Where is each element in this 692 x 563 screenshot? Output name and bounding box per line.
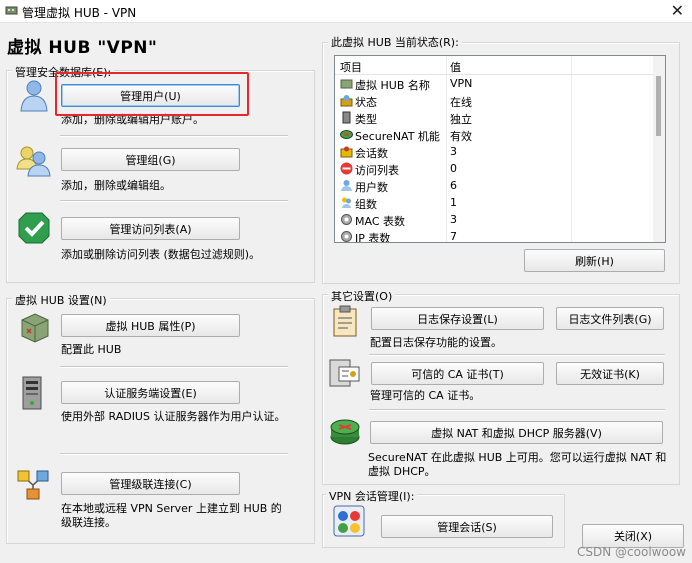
cascade-desc: 在本地或远程 VPN Server 上建立到 HUB 的级联连接。 [61, 502, 282, 529]
status-row-value: 6 [450, 179, 457, 192]
group-icon [16, 146, 51, 177]
revoked-certs-button[interactable]: 无效证书(K) [556, 362, 664, 385]
status-row[interactable]: MAC 表数 3 [335, 211, 653, 228]
status-row-key: 状态 [355, 96, 377, 109]
divider [60, 200, 288, 202]
hub-title: 虚拟 HUB "VPN" [7, 38, 158, 58]
manage-groups-button[interactable]: 管理组(G) [61, 148, 240, 171]
title-bar: 管理虚拟 HUB - VPN ✕ [0, 0, 692, 23]
cascade-icon [17, 470, 49, 500]
status-icon [340, 95, 353, 107]
shield-check-icon [18, 212, 50, 244]
vertical-scrollbar[interactable] [653, 56, 665, 242]
refresh-button[interactable]: 刷新(H) [524, 249, 665, 272]
status-row-value: 0 [450, 162, 457, 175]
manage-cascade-button[interactable]: 管理级联连接(C) [61, 472, 240, 495]
divider [60, 453, 288, 455]
manage-sessions-button[interactable]: 管理会话(S) [381, 515, 553, 538]
hub-properties-icon [21, 313, 49, 343]
status-legend: 此虚拟 HUB 当前状态(R): [328, 34, 462, 50]
status-row[interactable]: 状态 在线 [335, 92, 653, 109]
nat-desc: SecureNAT 在此虚拟 HUB 上可用。您可以运行虚拟 NAT 和虚拟 D… [368, 451, 667, 478]
status-row[interactable]: 类型 独立 [335, 109, 653, 126]
manage-acl-button[interactable]: 管理访问列表(A) [61, 217, 240, 240]
status-row-value: 7 [450, 230, 457, 243]
groups-desc: 添加，删除或编辑组。 [61, 179, 171, 192]
ca-desc: 管理可信的 CA 证书。 [370, 389, 481, 402]
status-row[interactable]: IP 表数 7 [335, 228, 653, 243]
divider [60, 135, 288, 137]
radius-desc: 使用外部 RADIUS 认证服务器作为用户认证。 [61, 410, 286, 423]
close-icon[interactable]: ✕ [671, 1, 684, 20]
trusted-ca-button[interactable]: 可信的 CA 证书(T) [371, 362, 544, 385]
status-row[interactable]: 访问列表 0 [335, 160, 653, 177]
status-row[interactable]: SecureNAT 机能 有效 [335, 126, 653, 143]
log-settings-button[interactable]: 日志保存设置(L) [371, 307, 544, 330]
server-icon [22, 376, 42, 410]
router-icon [340, 130, 353, 139]
no-entry-icon [340, 162, 353, 175]
status-row-value: 在线 [450, 96, 472, 109]
status-list-header: 项目 值 [335, 56, 653, 75]
status-row[interactable]: 组数 1 [335, 194, 653, 211]
scrollbar-thumb[interactable] [656, 76, 661, 136]
status-row-key: 用户数 [355, 181, 388, 194]
status-row-key: 会话数 [355, 147, 388, 160]
col-value-header[interactable]: 值 [450, 59, 461, 75]
status-row-value: 1 [450, 196, 457, 209]
hub-app-icon [5, 6, 18, 15]
gear-icon [341, 214, 352, 225]
status-row-key: 类型 [355, 113, 377, 126]
status-row-key: 虚拟 HUB 名称 [355, 79, 430, 92]
certificate-icon [329, 359, 360, 387]
divider [60, 366, 288, 368]
highlight-box [55, 72, 249, 116]
log-clipboard-icon [333, 305, 357, 337]
col-item-header[interactable]: 项目 [340, 59, 362, 75]
status-row-value: 3 [450, 145, 457, 158]
session-icon [340, 146, 353, 158]
status-row-key: 访问列表 [355, 164, 399, 177]
status-row[interactable]: 用户数 6 [335, 177, 653, 194]
server-icon [342, 111, 351, 124]
sessions-legend: VPN 会话管理(I): [326, 488, 418, 504]
status-row-key: MAC 表数 [355, 215, 405, 228]
user-icon [341, 180, 352, 191]
other-settings-legend: 其它设置(O) [328, 288, 396, 304]
status-row-value: 有效 [450, 130, 472, 143]
status-row[interactable]: 会话数 3 [335, 143, 653, 160]
status-row[interactable]: 虚拟 HUB 名称 VPN [335, 75, 653, 92]
status-row-value: VPN [450, 77, 473, 90]
status-row-key: SecureNAT 机能 [355, 130, 440, 143]
hub-settings-legend: 虚拟 HUB 设置(N) [12, 292, 110, 308]
hub-icon [340, 79, 353, 89]
divider [369, 409, 665, 411]
status-row-value: 独立 [450, 113, 472, 126]
log-files-button[interactable]: 日志文件列表(G) [556, 307, 664, 330]
divider [369, 354, 665, 356]
user-icon [20, 80, 48, 112]
status-list[interactable]: 项目 值 虚拟 HUB 名称 VPN 状态 在线 类型 独立 SecureNAT 机能 有效会… [334, 55, 666, 243]
sessions-icon [333, 505, 365, 537]
watermark: CSDN @coolwoow [577, 545, 686, 559]
window-title: 管理虚拟 HUB - VPN [22, 6, 137, 20]
radius-settings-button[interactable]: 认证服务端设置(E) [61, 381, 240, 404]
hub-properties-button[interactable]: 虚拟 HUB 属性(P) [61, 314, 240, 337]
group-icon [342, 197, 351, 208]
status-row-value: 3 [450, 213, 457, 226]
status-row-key: 组数 [355, 198, 377, 211]
log-desc: 配置日志保存功能的设置。 [370, 336, 502, 349]
router-icon [330, 419, 360, 445]
gear-icon [341, 231, 352, 242]
status-row-key: IP 表数 [355, 232, 391, 243]
props-desc: 配置此 HUB [61, 343, 122, 356]
nat-dhcp-button[interactable]: 虚拟 NAT 和虚拟 DHCP 服务器(V) [370, 421, 663, 444]
acl-desc: 添加或删除访问列表 (数据包过滤规则)。 [61, 248, 261, 261]
